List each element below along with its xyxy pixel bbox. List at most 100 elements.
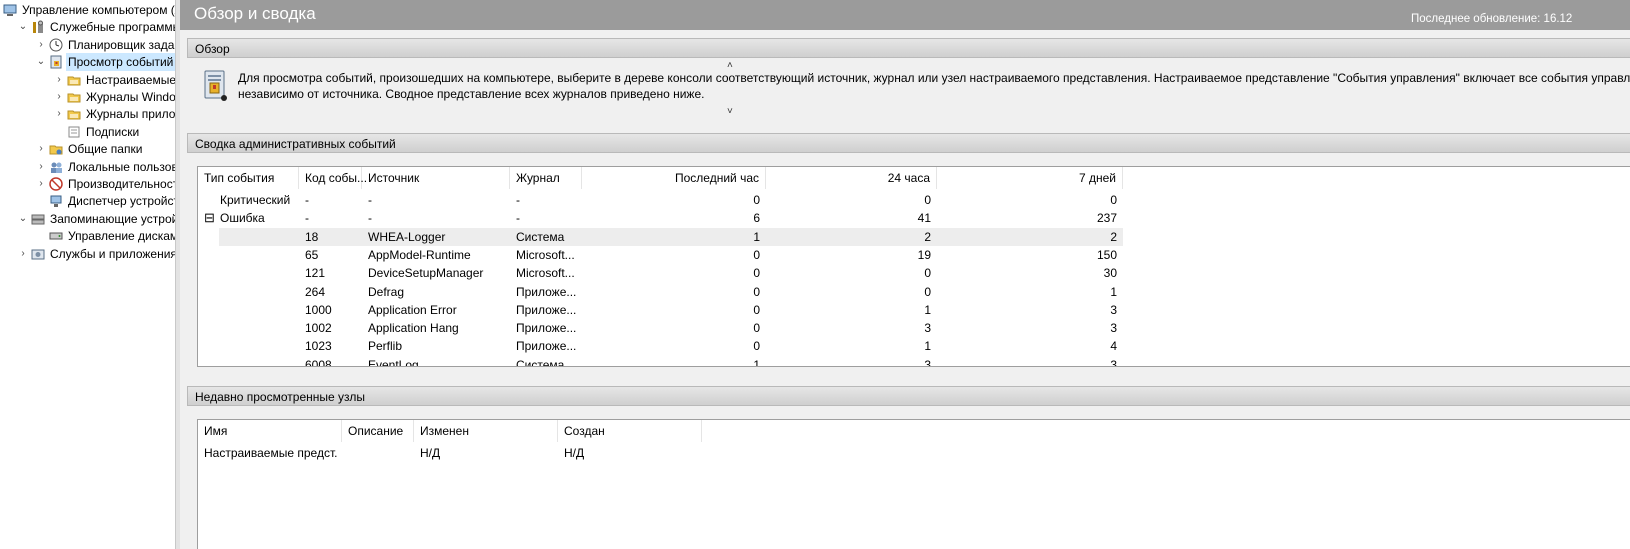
cell-week: 30 bbox=[1103, 266, 1117, 281]
collapse-group-icon[interactable]: ⊟ bbox=[204, 209, 216, 227]
column-header[interactable]: Код собы... bbox=[299, 167, 367, 189]
summary-header[interactable]: Сводка административных событий bbox=[187, 133, 1630, 153]
tree-item[interactable]: › Локальные пользовате bbox=[0, 158, 175, 176]
column-header[interactable]: 24 часа bbox=[766, 167, 937, 189]
tree-item[interactable]: Диспетчер устройств bbox=[0, 192, 175, 210]
cell-hour: 0 bbox=[753, 321, 760, 336]
table-row[interactable]: 1023 Perflib Приложе... 0 1 4 bbox=[219, 337, 1123, 355]
tree-item-label: Журналы Windows bbox=[86, 90, 175, 104]
column-header[interactable]: Журнал bbox=[510, 167, 582, 189]
tree-item[interactable]: Управление дисками bbox=[0, 227, 175, 245]
tree-item[interactable]: › Службы и приложения bbox=[0, 245, 175, 263]
services-icon bbox=[31, 247, 45, 261]
folder-icon bbox=[67, 107, 81, 121]
table-row[interactable]: 1000 Application Error Приложе... 0 1 3 bbox=[219, 301, 1123, 319]
tree-item[interactable]: ⌄ Просмотр событий bbox=[0, 53, 175, 72]
overview-text-line-2: независимо от источника. Сводное предста… bbox=[238, 86, 705, 101]
column-header[interactable]: Последний час bbox=[582, 167, 766, 189]
cell-day: 0 bbox=[924, 193, 931, 207]
tree-item[interactable]: › Журналы приложе bbox=[0, 105, 175, 123]
cell-day: 3 bbox=[924, 321, 931, 336]
column-header[interactable]: Создан bbox=[558, 420, 702, 442]
collapse-chevron-icon[interactable]: ⌄ bbox=[17, 18, 29, 36]
cell-code: 65 bbox=[305, 247, 319, 262]
collapse-chevron-icon[interactable]: ⌄ bbox=[17, 210, 29, 228]
disk-management-icon bbox=[49, 229, 63, 243]
cell-hour: 0 bbox=[753, 193, 760, 207]
task-scheduler-icon bbox=[49, 38, 63, 52]
shared-folder-icon bbox=[49, 142, 63, 156]
column-header[interactable]: 7 дней bbox=[937, 167, 1123, 189]
cell-modified: Н/Д bbox=[420, 446, 441, 460]
table-row[interactable]: 264 Defrag Приложе... 0 0 1 bbox=[219, 283, 1123, 301]
table-row[interactable]: Настраиваемые предст... Н/Д Н/Д bbox=[198, 444, 702, 462]
cell-week: 150 bbox=[1096, 247, 1117, 262]
system-tools-icon bbox=[31, 20, 45, 34]
tree-item-label: Диспетчер устройств bbox=[68, 194, 175, 209]
table-row[interactable]: 6008 EventLog Система 1 3 3 bbox=[219, 356, 1123, 366]
collapse-chevron-icon[interactable]: ⌄ bbox=[35, 53, 47, 71]
cell-log: - bbox=[516, 193, 520, 207]
tree-item[interactable]: › Общие папки bbox=[0, 140, 175, 158]
expand-chevron-icon[interactable]: › bbox=[53, 105, 65, 123]
cell-week: 0 bbox=[1110, 193, 1117, 207]
cell-source: Defrag bbox=[368, 284, 405, 299]
no-expander bbox=[0, 1, 1, 19]
expand-chevron-icon[interactable]: › bbox=[35, 158, 47, 176]
expand-chevron-icon[interactable]: › bbox=[35, 140, 47, 158]
tree-item-label: Настраиваемые пр bbox=[86, 72, 175, 87]
expand-chevron-icon[interactable]: › bbox=[35, 175, 47, 193]
cell-day: 41 bbox=[917, 211, 931, 226]
column-header[interactable]: Описание bbox=[342, 420, 414, 442]
tree-item[interactable]: › Настраиваемые пр bbox=[0, 71, 175, 89]
tree-item[interactable]: Подписки bbox=[0, 123, 175, 141]
event-viewer-icon bbox=[49, 55, 63, 69]
scroll-down-icon[interactable]: ˅ bbox=[727, 106, 733, 117]
tree-item[interactable]: › Планировщик заданий bbox=[0, 36, 175, 54]
performance-icon bbox=[49, 177, 63, 191]
scroll-up-icon[interactable]: ˄ bbox=[727, 60, 733, 71]
folder-icon bbox=[67, 73, 81, 87]
cell-week: 1 bbox=[1110, 284, 1117, 299]
event-type-row[interactable]: Критический - - -0 0 0 bbox=[198, 191, 1123, 209]
column-header[interactable]: Изменен bbox=[414, 420, 558, 442]
overview-section: Обзор Для просмотра событий, произошедши… bbox=[187, 38, 1630, 124]
recent-header[interactable]: Недавно просмотренные узлы bbox=[187, 386, 1630, 406]
table-row[interactable]: 65 AppModel-Runtime Microsoft... 0 19 150 bbox=[219, 246, 1123, 264]
cell-hour: 6 bbox=[753, 211, 760, 226]
tree-item[interactable]: › Журналы Windows bbox=[0, 88, 175, 106]
tree-item[interactable]: ⌄ Запоминающие устройст bbox=[0, 210, 175, 228]
cell-code: 1000 bbox=[305, 302, 332, 317]
column-header[interactable]: Тип события bbox=[198, 167, 299, 189]
tree-item-label: Управление компьютером (л bbox=[22, 3, 175, 17]
tree-item-label: Запоминающие устройст bbox=[50, 211, 175, 226]
event-type-row[interactable]: Ошибка - - - 6 41 237 ⊟ bbox=[198, 209, 1123, 227]
tree-item[interactable]: ⌄ Служебные программы bbox=[0, 18, 175, 36]
last-update-label: Последнее обновление: 16.12 bbox=[1411, 13, 1573, 25]
users-icon bbox=[49, 160, 63, 174]
cell-source: Application Error bbox=[368, 302, 457, 317]
no-expander bbox=[53, 123, 65, 141]
expand-chevron-icon[interactable]: › bbox=[53, 88, 65, 106]
table-row[interactable]: 18 WHEA-Logger Система 1 2 2 bbox=[219, 227, 1123, 246]
cell-day: 1 bbox=[924, 339, 931, 354]
no-expander bbox=[35, 227, 47, 245]
column-header[interactable]: Имя bbox=[198, 420, 342, 442]
cell-day: 19 bbox=[917, 247, 931, 262]
cell-log: Microsoft... bbox=[516, 247, 575, 262]
table-row[interactable]: 121 DeviceSetupManager Microsoft... 0 0 30 bbox=[219, 264, 1123, 282]
expand-chevron-icon[interactable]: › bbox=[17, 245, 29, 263]
expand-chevron-icon[interactable]: › bbox=[35, 36, 47, 54]
tree-item[interactable]: Управление компьютером (л bbox=[0, 1, 175, 19]
overview-header[interactable]: Обзор bbox=[187, 38, 1630, 58]
cell-hour: 1 bbox=[753, 229, 760, 244]
tree-item[interactable]: › Производительность bbox=[0, 175, 175, 193]
column-header[interactable]: Источник bbox=[362, 167, 510, 189]
table-row[interactable]: 1002 Application Hang Приложе... 0 3 3 bbox=[219, 319, 1123, 337]
overview-text-line-1: Для просмотра событий, произошедших на к… bbox=[238, 71, 1630, 85]
cell-log: Приложе... bbox=[516, 284, 576, 299]
cell-code: - bbox=[305, 211, 309, 226]
cell-type: Ошибка bbox=[220, 211, 265, 226]
expand-chevron-icon[interactable]: › bbox=[53, 71, 65, 89]
cell-day: 1 bbox=[924, 302, 931, 317]
